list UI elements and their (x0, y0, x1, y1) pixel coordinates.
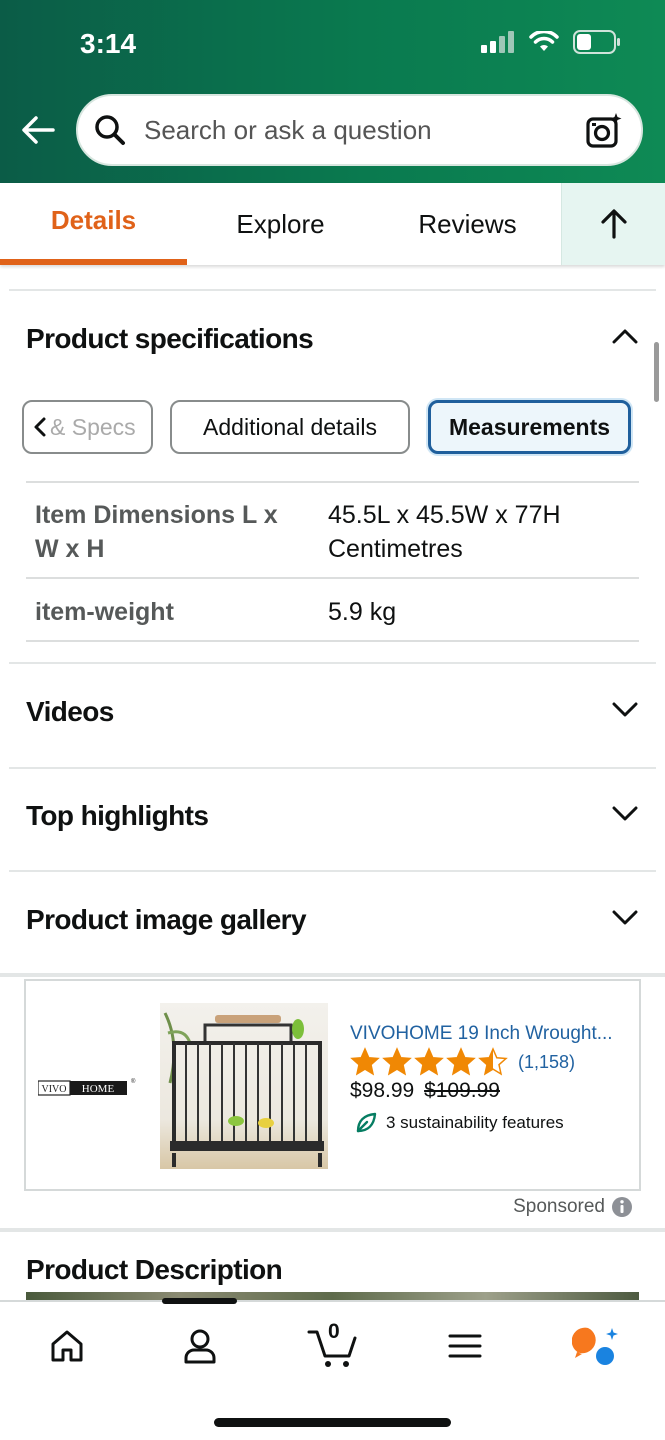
scroll-to-top-button[interactable] (561, 183, 665, 265)
description-section-title: Product Description (26, 1254, 283, 1285)
spec-label-weight: item-weight (35, 598, 174, 626)
home-icon (51, 1330, 83, 1362)
rufus-assistant-icon (572, 1327, 618, 1365)
active-tab-indicator (0, 259, 187, 265)
brand-logo[interactable]: VIVO HOME ® (38, 1077, 138, 1099)
status-icons (481, 30, 621, 54)
sponsored-ad-card[interactable]: VIVO HOME ® VIVOHOME 19 Inch Wrought... … (24, 979, 641, 1191)
active-nav-indicator (162, 1298, 237, 1304)
arrow-up-icon (600, 209, 627, 239)
cart-count: 0 (328, 1320, 340, 1343)
vivohome-logo: VIVO HOME ® (38, 1078, 136, 1096)
search-input[interactable]: Search or ask a question (144, 115, 432, 146)
chevron-up-icon[interactable] (611, 326, 639, 346)
list-price: $109.99 (424, 1079, 500, 1102)
divider (9, 662, 656, 664)
spec-value-dimensions: 45.5L x 45.5W x 77H Centimetres (328, 501, 561, 563)
divider (9, 289, 656, 291)
product-tabs: Details Explore Reviews (0, 183, 665, 265)
menu-icon (448, 1334, 482, 1358)
svg-text:HOME: HOME (82, 1083, 115, 1095)
scrollbar[interactable] (654, 342, 659, 402)
tab-explore[interactable]: Explore (187, 183, 374, 265)
specs-section-title[interactable]: Product specifications (26, 323, 314, 355)
pill-specs[interactable]: & Specs (22, 400, 153, 454)
battery-icon (573, 30, 620, 54)
back-arrow-icon[interactable] (20, 112, 56, 148)
divider (9, 767, 656, 769)
wifi-icon (529, 31, 559, 51)
star-rating[interactable]: (1,158) (350, 1047, 575, 1077)
ad-product-title[interactable]: VIVOHOME 19 Inch Wrought... (350, 1023, 620, 1045)
home-indicator (214, 1418, 451, 1427)
pill-additional-details[interactable]: Additional details (170, 400, 410, 454)
chevron-down-icon[interactable] (611, 804, 639, 824)
spec-value-weight: 5.9 kg (328, 598, 397, 626)
nav-home[interactable] (43, 1322, 91, 1370)
camera-search-icon[interactable] (585, 112, 623, 150)
leaf-icon (356, 1112, 377, 1133)
svg-text:VIVO: VIVO (42, 1084, 67, 1095)
gallery-section-title[interactable]: Product image gallery (26, 904, 307, 936)
bottom-navigation: 0 (0, 1298, 665, 1440)
nav-menu[interactable] (441, 1322, 489, 1370)
info-icon[interactable] (611, 1196, 633, 1218)
status-time: 3:14 (80, 28, 137, 59)
current-price: $98.99 (350, 1079, 415, 1102)
search-bar[interactable]: Search or ask a question (76, 94, 643, 166)
section-divider (0, 973, 665, 977)
chevron-down-icon[interactable] (611, 700, 639, 720)
sponsored-label[interactable]: Sponsored (513, 1196, 633, 1218)
chevron-left-icon (34, 417, 46, 437)
spec-divider (26, 577, 639, 579)
section-divider (0, 1228, 665, 1232)
divider (9, 870, 656, 872)
highlights-section-title[interactable]: Top highlights (26, 800, 209, 832)
nav-cart[interactable]: 0 (306, 1320, 362, 1370)
star-rating-icon (350, 1047, 508, 1076)
rating-count[interactable]: (1,158) (518, 1052, 575, 1073)
ad-price: $98.99 $109.99 (350, 1079, 500, 1103)
spec-label-dimensions: Item Dimensions L x W x H (35, 501, 278, 563)
app-header: 3:14 Search or ask a question (0, 0, 665, 183)
nav-account[interactable] (176, 1322, 224, 1370)
pill-specs-label: & Specs (50, 413, 136, 440)
bird-cage-image (163, 1012, 324, 1167)
sustainability-text: 3 sustainability features (386, 1113, 564, 1132)
sponsored-text: Sponsored (513, 1196, 605, 1217)
account-icon (184, 1329, 216, 1364)
svg-text:®: ® (131, 1078, 136, 1085)
tab-details[interactable]: Details (0, 179, 187, 261)
chevron-down-icon[interactable] (611, 908, 639, 928)
search-icon (95, 115, 125, 145)
sustainability-badge[interactable]: 3 sustainability features (354, 1111, 564, 1135)
nav-rufus[interactable] (572, 1322, 620, 1370)
videos-section-title[interactable]: Videos (26, 696, 114, 728)
spec-divider (26, 640, 639, 642)
spec-divider (26, 481, 639, 483)
pill-measurements[interactable]: Measurements (428, 400, 631, 454)
tab-reviews[interactable]: Reviews (374, 183, 561, 265)
product-image[interactable] (160, 1003, 328, 1169)
signal-icon (481, 31, 514, 53)
